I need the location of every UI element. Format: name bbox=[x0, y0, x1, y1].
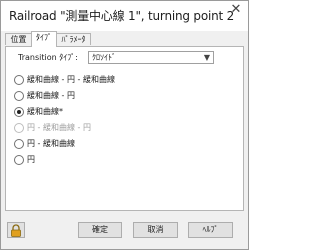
transition-type-label: Transition ﾀｲﾌﾟ: bbox=[18, 53, 78, 62]
radio-button[interactable] bbox=[14, 107, 24, 117]
lock-button[interactable] bbox=[7, 222, 25, 238]
radio-label: 緩和曲線* bbox=[27, 107, 63, 116]
radio-label: 緩和曲線 - 円 bbox=[27, 91, 75, 100]
radio-button[interactable] bbox=[14, 75, 24, 85]
radio-button[interactable] bbox=[14, 139, 24, 149]
transition-type-value: ｸﾛｿｲﾄﾞ bbox=[92, 53, 116, 62]
radio-label: 緩和曲線 - 円 - 緩和曲線 bbox=[27, 75, 115, 84]
help-button[interactable]: ﾍﾙﾌﾟ bbox=[188, 222, 233, 238]
radio-button bbox=[14, 123, 24, 133]
chevron-down-icon: ▼ bbox=[203, 53, 210, 62]
radio-button[interactable] bbox=[14, 155, 24, 165]
type-panel: Transition ﾀｲﾌﾟ: ｸﾛｿｲﾄﾞ ▼ 緩和曲線 - 円 - 緩和曲… bbox=[5, 46, 244, 211]
ok-button[interactable]: 確定 bbox=[78, 222, 122, 238]
dialog-window: Railroad "測量中心線 1", turning point 2 ✕ 位置… bbox=[0, 0, 249, 250]
transition-type-select[interactable]: ｸﾛｿｲﾄﾞ ▼ bbox=[88, 51, 214, 64]
close-icon[interactable]: ✕ bbox=[230, 3, 242, 16]
title-bar[interactable]: Railroad "測量中心線 1", turning point 2 ✕ bbox=[1, 1, 248, 31]
radio-label: 円 - 緩和曲線 - 円 bbox=[27, 123, 91, 132]
radio-label: 円 - 緩和曲線 bbox=[27, 139, 75, 148]
lock-icon bbox=[11, 224, 21, 237]
tab-type[interactable]: ﾀｲﾌﾟ bbox=[31, 31, 57, 47]
radio-button[interactable] bbox=[14, 91, 24, 101]
cancel-button[interactable]: 取消 bbox=[133, 222, 178, 238]
tab-position[interactable]: 位置 bbox=[5, 33, 32, 45]
window-title: Railroad "測量中心線 1", turning point 2 bbox=[9, 9, 235, 23]
radio-label: 円 bbox=[27, 155, 35, 164]
tab-parameters[interactable]: ﾊﾟﾗﾒｰﾀ bbox=[56, 33, 91, 45]
